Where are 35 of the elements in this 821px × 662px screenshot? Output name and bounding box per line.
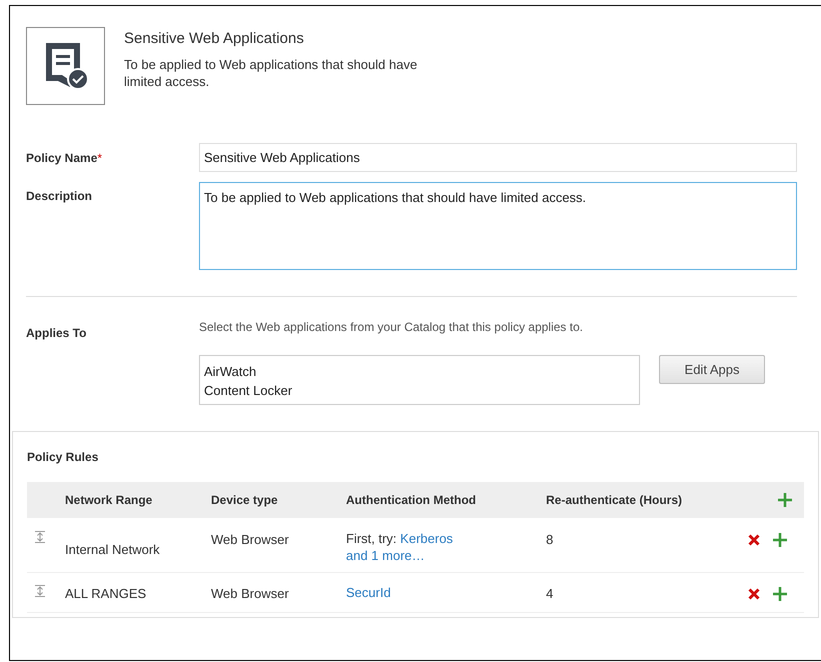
section-title: Policy Rules: [27, 449, 100, 466]
app-item[interactable]: AirWatch: [204, 362, 256, 381]
method-link[interactable]: Kerberos: [400, 531, 453, 546]
help-text: Select the Web applications from your Catalog that this policy applies to.: [199, 319, 584, 336]
field-label: Applies To: [26, 325, 88, 342]
delete-icon[interactable]: [748, 534, 760, 546]
column-header: Re-authenticate (Hours): [546, 492, 684, 509]
app-list[interactable]: AirWatch Content Locker: [199, 355, 640, 405]
table-cell: 8: [546, 532, 554, 547]
app-item[interactable]: Content Locker: [204, 381, 292, 400]
column-header: Network Range: [65, 492, 154, 509]
column-header: Device type: [211, 492, 279, 509]
add-icon[interactable]: [772, 586, 788, 602]
drag-handle-icon[interactable]: [35, 531, 45, 543]
policy-title: Sensitive Web Applications: [124, 29, 305, 49]
drag-handle-icon[interactable]: [35, 585, 45, 597]
add-icon[interactable]: [777, 492, 793, 508]
method-link[interactable]: SecurId: [346, 585, 391, 600]
table-cell: Web Browser: [211, 586, 289, 601]
table-cell: 4: [546, 586, 554, 601]
method-link[interactable]: and 1 more…: [346, 548, 425, 563]
delete-icon[interactable]: [748, 588, 760, 600]
field-label: Description: [26, 188, 94, 205]
table-cell: Web Browser: [211, 532, 289, 547]
description-field[interactable]: To be applied to Web applications that should have limited access.: [199, 182, 797, 270]
method-text: First, try:: [346, 531, 397, 546]
column-header: Authentication Method: [346, 492, 477, 509]
edit-apps-button[interactable]: Edit Apps: [659, 355, 765, 384]
policy-name-field[interactable]: Sensitive Web Applications: [199, 143, 797, 172]
table-cell: ALL RANGES: [65, 586, 146, 601]
add-icon[interactable]: [772, 532, 788, 548]
policy-summary: To be applied to Web applications that should have limited access.: [124, 56, 418, 90]
field-label: Policy Name: [26, 151, 98, 165]
required-mark: *: [97, 151, 102, 165]
table-cell: Internal Network: [65, 542, 160, 557]
